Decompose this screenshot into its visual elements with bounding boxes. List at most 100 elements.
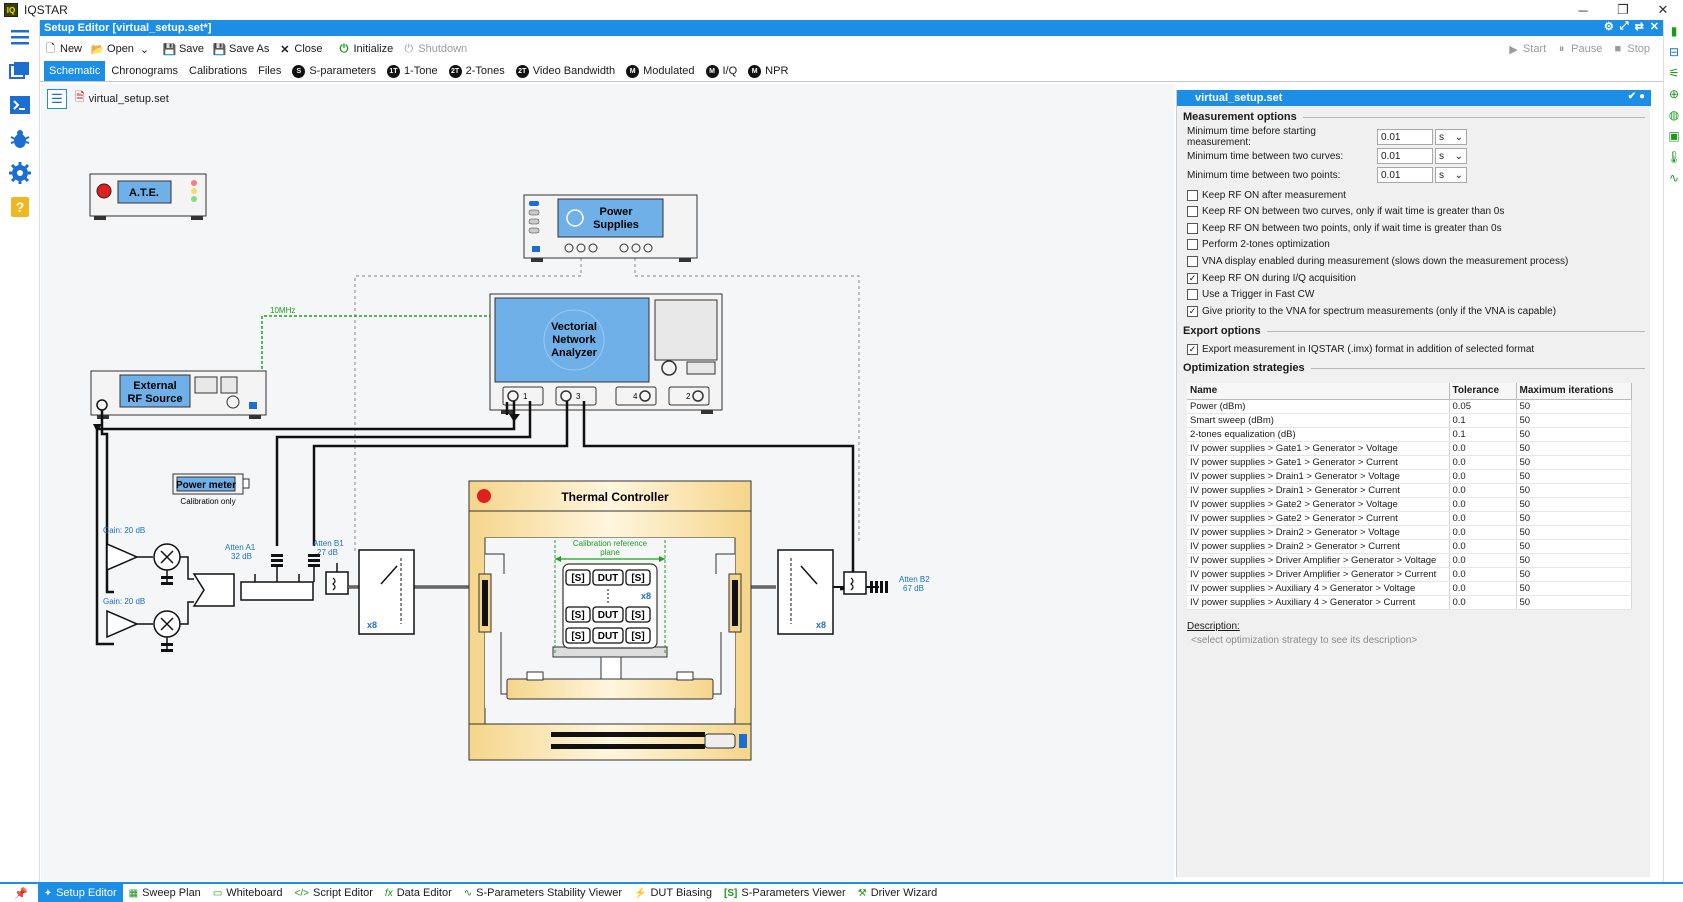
start-button[interactable]: ▶ Start — [1507, 39, 1546, 59]
editor-expand-icon[interactable]: ⤢ — [1620, 20, 1629, 33]
table-row[interactable]: IV power supplies > Driver Amplifier > G… — [1187, 567, 1632, 582]
tab-1-tone[interactable]: 1T 1-Tone — [382, 61, 443, 81]
checkbox-vna-priority[interactable]: ✓ Give priority to the VNA for spectrum m… — [1187, 304, 1556, 318]
panel-help-icon[interactable]: ✔ ● — [1628, 91, 1645, 102]
table-row[interactable]: IV power supplies > Drain2 > Generator >… — [1187, 525, 1632, 540]
new-button[interactable]: 🗋 New — [44, 39, 82, 59]
min-time-points-unit-select[interactable]: s ⌄ — [1435, 167, 1467, 183]
checkbox-keep-rf-iq[interactable]: ✓ Keep RF ON during I/Q acquisition — [1187, 271, 1356, 285]
checkbox-checked[interactable]: ✓ — [1187, 272, 1198, 284]
tuner-icon[interactable]: ⚟ — [1664, 63, 1683, 83]
checkbox[interactable] — [1187, 238, 1198, 250]
instrument-icon[interactable]: ⊟ — [1664, 42, 1683, 62]
cell-max-iterations[interactable]: 50 — [1516, 469, 1632, 484]
amplifier-1[interactable]: Gain: 20 dB — [103, 526, 194, 585]
checkbox[interactable] — [1187, 189, 1198, 201]
main-menu-button[interactable] — [0, 20, 40, 54]
switch-right[interactable]: x8 — [777, 549, 834, 635]
cell-max-iterations[interactable]: 50 — [1516, 539, 1632, 554]
cell-tolerance[interactable]: 0.0 — [1449, 553, 1517, 568]
bottom-tab-setup-editor[interactable]: ✦ Setup Editor — [37, 884, 123, 902]
tab-modulated[interactable]: M Modulated — [621, 61, 699, 81]
target-icon[interactable]: ⊕ — [1664, 84, 1683, 104]
console-button[interactable] — [0, 88, 40, 122]
table-row[interactable]: 2-tones equalization (dB) 0.1 50 — [1187, 427, 1632, 442]
switch-left[interactable]: x8 — [358, 549, 415, 635]
table-row[interactable]: IV power supplies > Gate2 > Generator > … — [1187, 497, 1632, 512]
column-header-name[interactable]: Name — [1187, 383, 1450, 400]
cell-tolerance[interactable]: 0.1 — [1449, 427, 1517, 442]
cell-max-iterations[interactable]: 50 — [1516, 441, 1632, 456]
cell-max-iterations[interactable]: 50 — [1516, 427, 1632, 442]
close-button[interactable]: ✕ Close — [278, 39, 322, 59]
dut-fixture[interactable]: [S] DUT [S] [S] DUT [S] [S] DUT [S] x8 — [562, 563, 658, 649]
shutdown-button[interactable]: ⏻ Shutdown — [402, 39, 467, 59]
checkbox-vna-display[interactable]: VNA display enabled during measurement (… — [1187, 254, 1568, 268]
cell-tolerance[interactable]: 0.0 — [1449, 567, 1517, 582]
pause-button[interactable]: ⏸ Pause — [1555, 39, 1602, 59]
bottom-tab-driver-wizard[interactable]: ⚒ Driver Wizard — [852, 884, 944, 902]
min-time-points-input[interactable]: 0.01 — [1377, 167, 1433, 183]
cell-tolerance[interactable]: 0.0 — [1449, 595, 1517, 610]
thermometer-icon[interactable]: 🌡 — [1664, 147, 1683, 167]
table-row[interactable]: IV power supplies > Driver Amplifier > G… — [1187, 553, 1632, 568]
open-button[interactable]: 📂 Open ⌄ — [91, 39, 154, 59]
bottom-tab-sweep-plan[interactable]: ▦ Sweep Plan — [123, 884, 207, 902]
cell-max-iterations[interactable]: 50 — [1516, 399, 1632, 414]
cell-max-iterations[interactable]: 50 — [1516, 553, 1632, 568]
table-row[interactable]: IV power supplies > Auxiliary 4 > Genera… — [1187, 581, 1632, 596]
tab-iq[interactable]: M I/Q — [701, 61, 743, 81]
checkbox-export-imx[interactable]: ✓ Export measurement in IQSTAR (.imx) for… — [1187, 342, 1534, 356]
signal-icon[interactable]: ∿ — [1664, 168, 1683, 188]
table-row[interactable]: Power (dBm) 0.05 50 — [1187, 399, 1632, 414]
checkbox-keep-rf-curves[interactable]: Keep RF ON between two curves, only if w… — [1187, 204, 1504, 218]
editor-close-icon[interactable]: ✕ — [1650, 20, 1659, 33]
checkbox-keep-rf-after[interactable]: Keep RF ON after measurement — [1187, 188, 1346, 202]
external-rf-source-instrument[interactable]: External RF Source — [90, 370, 267, 419]
power-meter-instrument[interactable]: Power meter Calibration only — [172, 473, 250, 506]
save-as-button[interactable]: 💾 Save As — [213, 39, 270, 59]
chevron-down-icon[interactable]: ⌄ — [138, 43, 151, 56]
bottom-tab-whiteboard[interactable]: ▭ Whiteboard — [207, 884, 289, 902]
min-time-curves-unit-select[interactable]: s ⌄ — [1435, 148, 1467, 164]
cell-tolerance[interactable]: 0.0 — [1449, 455, 1517, 470]
cell-tolerance[interactable]: 0.0 — [1449, 581, 1517, 596]
cell-tolerance[interactable]: 0.05 — [1449, 399, 1517, 414]
ate-instrument[interactable]: A.T.E. — [89, 173, 207, 220]
tab-schematic[interactable]: Schematic — [44, 61, 106, 81]
editor-swap-icon[interactable]: ⇄ — [1635, 20, 1644, 33]
cell-tolerance[interactable]: 0.1 — [1449, 413, 1517, 428]
schematic-canvas[interactable]: 10MHz A.T.E. Power Supplies Vectorial Ne… — [41, 84, 1174, 881]
table-row[interactable]: IV power supplies > Drain1 > Generator >… — [1187, 483, 1632, 498]
close-window-button[interactable]: ✕ — [1643, 0, 1683, 20]
cell-tolerance[interactable]: 0.0 — [1449, 511, 1517, 526]
help-button[interactable]: ? — [0, 190, 40, 224]
table-row[interactable]: IV power supplies > Gate1 > Generator > … — [1187, 441, 1632, 456]
column-header-tolerance[interactable]: Tolerance — [1449, 383, 1517, 400]
stop-button[interactable]: ■ Stop — [1611, 39, 1650, 59]
cell-max-iterations[interactable]: 50 — [1516, 413, 1632, 428]
cell-max-iterations[interactable]: 50 — [1516, 581, 1632, 596]
battery-icon[interactable]: ▮ — [1664, 21, 1683, 41]
checkbox[interactable] — [1187, 222, 1198, 234]
checkbox-trigger-fast-cw[interactable]: Use a Trigger in Fast CW — [1187, 287, 1314, 301]
cell-tolerance[interactable]: 0.0 — [1449, 539, 1517, 554]
cell-max-iterations[interactable]: 50 — [1516, 525, 1632, 540]
amplifier-2[interactable]: Gain: 20 dB — [103, 597, 194, 652]
editor-settings-icon[interactable]: ⚙ — [1604, 20, 1614, 33]
globe-icon[interactable]: ◍ — [1664, 105, 1683, 125]
debug-button[interactable] — [0, 122, 40, 156]
power-supplies-instrument[interactable]: Power Supplies — [523, 194, 698, 262]
column-header-max-iterations[interactable]: Maximum iterations — [1516, 383, 1632, 400]
schematic-menu-button[interactable]: ☰ — [47, 88, 67, 109]
cell-max-iterations[interactable]: 50 — [1516, 567, 1632, 582]
cell-max-iterations[interactable]: 50 — [1516, 455, 1632, 470]
save-button[interactable]: 💾 Save — [163, 39, 204, 59]
checkbox-checked[interactable]: ✓ — [1187, 343, 1198, 355]
min-time-start-input[interactable]: 0.01 — [1377, 129, 1433, 145]
checkbox[interactable] — [1187, 255, 1198, 267]
table-row[interactable]: IV power supplies > Gate1 > Generator > … — [1187, 455, 1632, 470]
tab-2-tones[interactable]: 2T 2-Tones — [444, 61, 510, 81]
checkbox-keep-rf-points[interactable]: Keep RF ON between two points, only if w… — [1187, 221, 1502, 235]
files-button[interactable] — [0, 54, 40, 88]
